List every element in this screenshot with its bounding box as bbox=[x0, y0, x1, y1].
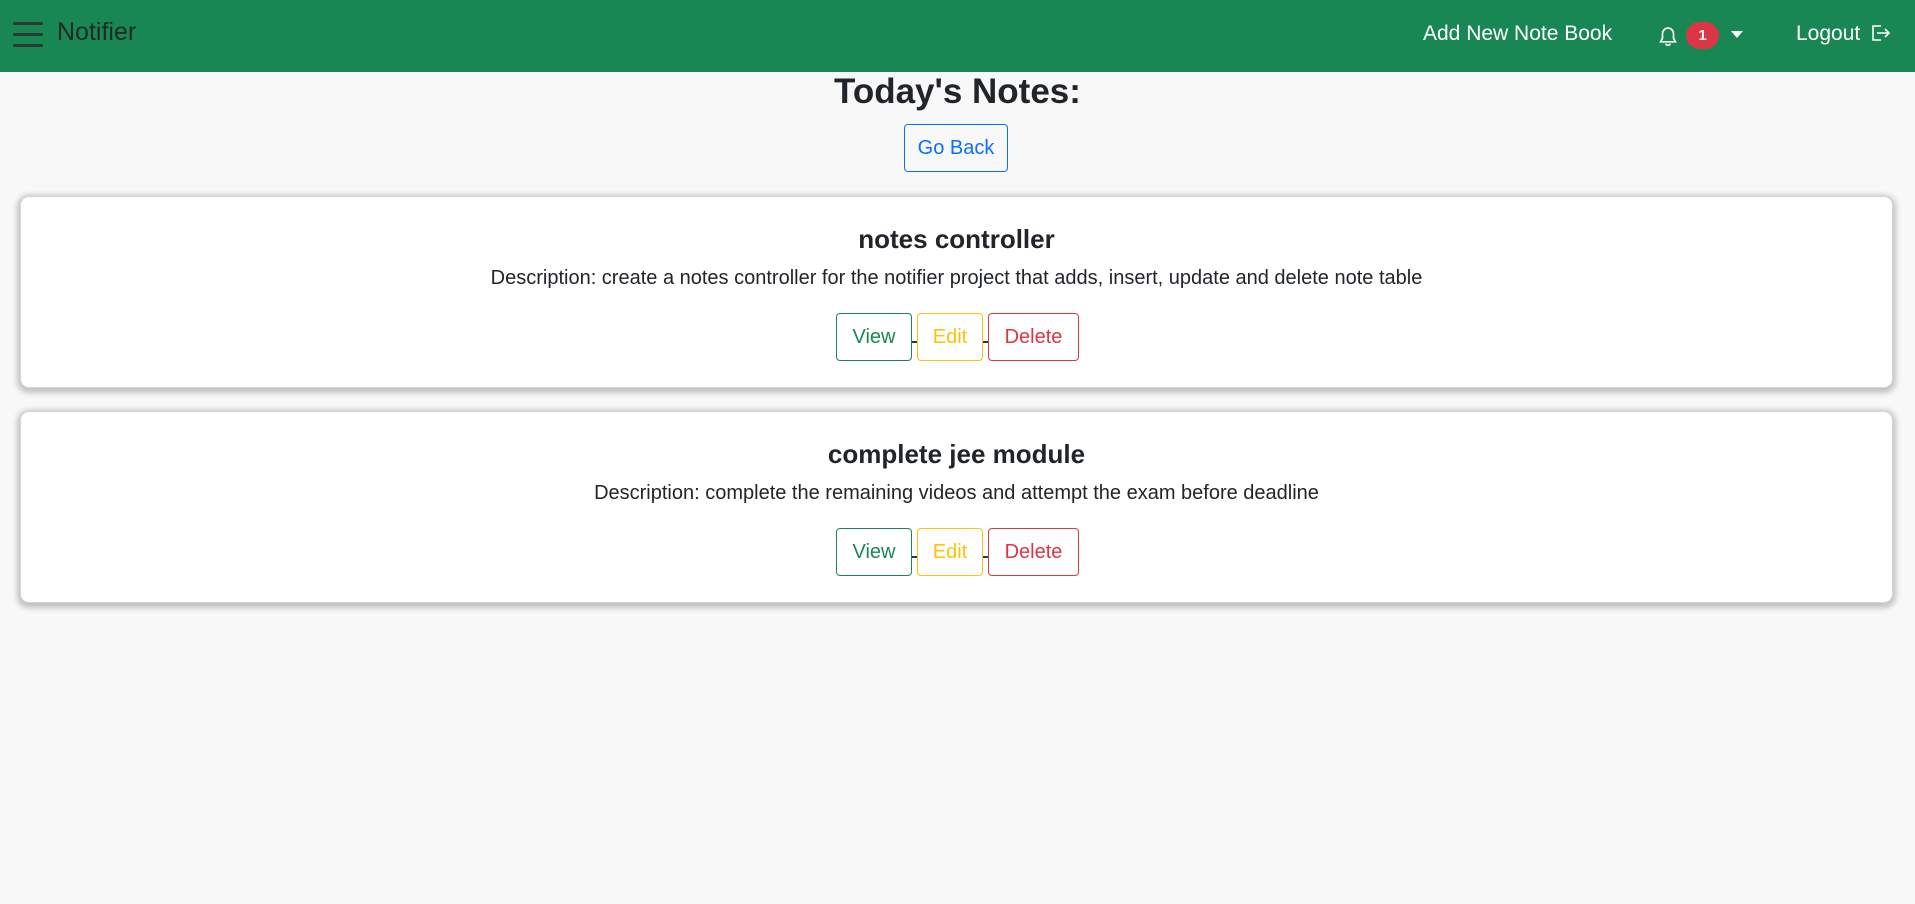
delete-button[interactable]: Delete bbox=[988, 528, 1079, 576]
note-description: Description: create a notes controller f… bbox=[490, 267, 1423, 289]
note-card: complete jee module Description: complet… bbox=[20, 411, 1893, 603]
logout-icon bbox=[1872, 25, 1891, 41]
notifications-dropdown[interactable]: 1 bbox=[1657, 22, 1767, 52]
bell-icon bbox=[1659, 27, 1677, 47]
note-actions: View Edit Delete bbox=[836, 313, 1086, 361]
menu-toggle-icon[interactable] bbox=[13, 20, 43, 50]
edit-button[interactable]: Edit bbox=[917, 528, 983, 576]
notification-count-badge: 1 bbox=[1686, 22, 1719, 49]
brand-logo-text[interactable]: Notifier bbox=[57, 18, 136, 47]
delete-button[interactable]: Delete bbox=[988, 313, 1079, 361]
logout-label: Logout bbox=[1796, 22, 1861, 45]
page-title: Today's Notes: bbox=[834, 72, 1081, 111]
go-back-button[interactable]: Go Back bbox=[904, 124, 1008, 172]
view-button[interactable]: View bbox=[836, 313, 912, 361]
logout-link[interactable]: Logout bbox=[1796, 22, 1892, 46]
note-title: notes controller bbox=[858, 224, 1055, 254]
note-card: notes controller Description: create a n… bbox=[20, 196, 1893, 388]
top-navbar: Notifier Add New Note Book 1 Logout bbox=[0, 0, 1915, 72]
view-button[interactable]: View bbox=[836, 528, 912, 576]
add-new-notebook-link[interactable]: Add New Note Book bbox=[1423, 22, 1612, 46]
note-title: complete jee module bbox=[827, 439, 1086, 469]
note-actions: View Edit Delete bbox=[836, 528, 1086, 576]
chevron-down-icon bbox=[1731, 31, 1743, 38]
note-description: Description: complete the remaining vide… bbox=[594, 482, 1319, 504]
edit-button[interactable]: Edit bbox=[917, 313, 983, 361]
